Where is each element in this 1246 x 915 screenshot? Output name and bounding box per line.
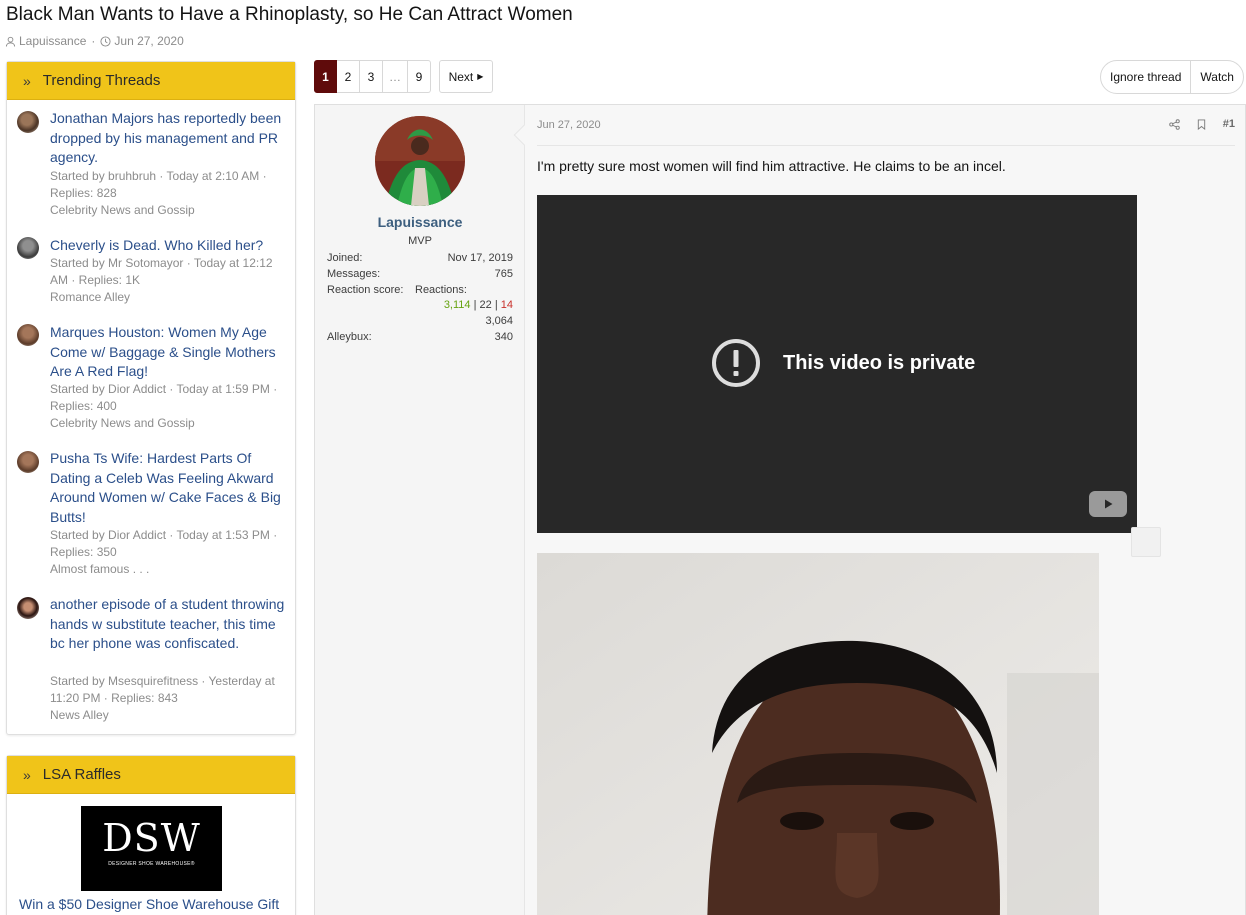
- thread-meta: Started by Mr Sotomayor · Today at 12:12…: [50, 256, 273, 288]
- thread-title-link[interactable]: Marques Houston: Women My Age Come w/ Ba…: [50, 323, 288, 382]
- video-embed[interactable]: This video is private: [537, 195, 1137, 533]
- picture-in-picture-icon[interactable]: [1131, 527, 1161, 557]
- next-page-button[interactable]: Next ▶: [439, 60, 493, 93]
- reactions-positive: 3,114: [443, 299, 471, 311]
- forum-link[interactable]: Celebrity News and Gossip: [50, 202, 288, 219]
- post-user-info: Lapuissance MVP Joined: Nov 17, 2019 Mes…: [315, 105, 525, 915]
- post-body-text: I'm pretty sure most women will find him…: [537, 158, 1006, 174]
- post-message: Jun 27, 2020 #1 I'm pretty sure most wom…: [525, 105, 1245, 915]
- page-9-button[interactable]: 9: [408, 60, 431, 93]
- raffle-link[interactable]: Win a $50 Designer Shoe Warehouse Gift: [19, 896, 279, 912]
- trending-threads-title: Trending Threads: [42, 72, 161, 89]
- bookmark-icon[interactable]: [1196, 118, 1207, 130]
- watch-button[interactable]: Watch: [1190, 61, 1243, 93]
- dsw-logo[interactable]: DSW DESIGNER SHOE WAREHOUSE®: [81, 806, 222, 891]
- thread-meta: Started by bruhbruh · Today at 2:10 AM ·…: [50, 169, 267, 201]
- thread-date-link[interactable]: Jun 27, 2020: [114, 34, 183, 48]
- forum-link[interactable]: News Alley: [50, 707, 288, 724]
- video-private-message: This video is private: [711, 338, 975, 388]
- youtube-icon[interactable]: [1089, 491, 1127, 517]
- avatar[interactable]: [17, 237, 39, 259]
- post-date-link[interactable]: Jun 27, 2020: [537, 119, 601, 131]
- page-2-button[interactable]: 2: [337, 60, 360, 93]
- post-image[interactable]: [537, 553, 1099, 915]
- user-icon: [5, 36, 16, 47]
- thread-meta: Started by Dior Addict · Today at 1:59 P…: [50, 382, 278, 414]
- thread-actions: Ignore thread Watch: [1100, 60, 1244, 94]
- thread-meta: Lapuissance · Jun 27, 2020: [5, 34, 184, 48]
- lsa-raffles-header[interactable]: » LSA Raffles: [7, 756, 295, 794]
- next-label: Next: [448, 69, 474, 84]
- lsa-raffles-widget: » LSA Raffles DSW DESIGNER SHOE WAREHOUS…: [6, 755, 296, 915]
- pagination: 1 2 3 … 9: [314, 60, 431, 93]
- reactions-negative: 14: [500, 299, 513, 311]
- reactions-neutral: 22: [479, 299, 492, 311]
- forum-link[interactable]: Celebrity News and Gossip: [50, 415, 288, 432]
- exclamation-circle-icon: [712, 339, 760, 387]
- user-title: MVP: [408, 235, 432, 247]
- page-3-button[interactable]: 3: [360, 60, 383, 93]
- share-icon[interactable]: [1169, 118, 1180, 130]
- avatar[interactable]: [17, 111, 39, 133]
- post-username[interactable]: Lapuissance: [315, 214, 525, 230]
- thread-title-link[interactable]: another episode of a student throwing ha…: [50, 595, 288, 654]
- page-1-button[interactable]: 1: [314, 60, 337, 93]
- thread-title-link[interactable]: Cheverly is Dead. Who Killed her?: [50, 236, 288, 256]
- video-private-text: This video is private: [783, 351, 976, 374]
- page-title: Black Man Wants to Have a Rhinoplasty, s…: [6, 4, 573, 25]
- thread-title-link[interactable]: Jonathan Majors has reportedly been drop…: [50, 109, 288, 168]
- avatar[interactable]: [17, 597, 39, 619]
- trending-threads-widget: » Trending Threads Jonathan Majors has r…: [6, 61, 296, 735]
- forum-link[interactable]: Almost famous . . .: [50, 561, 288, 578]
- thread-meta: Started by Dior Addict · Today at 1:53 P…: [50, 528, 278, 560]
- post: Lapuissance MVP Joined: Nov 17, 2019 Mes…: [314, 104, 1246, 915]
- post-tools: #1: [1169, 118, 1235, 130]
- thread-author-link[interactable]: Lapuissance: [19, 34, 86, 48]
- trending-threads-header[interactable]: » Trending Threads: [7, 62, 295, 100]
- post-number-link[interactable]: #1: [1223, 118, 1235, 130]
- page-jump-button[interactable]: …: [383, 60, 408, 93]
- avatar[interactable]: [17, 451, 39, 473]
- thread-title-link[interactable]: Pusha Ts Wife: Hardest Parts Of Dating a…: [50, 449, 288, 527]
- caret-right-icon: ▶: [477, 72, 484, 81]
- avatar[interactable]: [375, 116, 465, 206]
- avatar[interactable]: [17, 324, 39, 346]
- clock-icon: [100, 35, 111, 47]
- divider: [537, 145, 1235, 146]
- chevron-double-right-icon: »: [23, 766, 31, 783]
- lsa-raffles-title: LSA Raffles: [42, 766, 121, 783]
- ignore-thread-button[interactable]: Ignore thread: [1101, 61, 1190, 93]
- forum-link[interactable]: Romance Alley: [50, 289, 288, 306]
- thread-meta: Started by Msesquirefitness · Yesterday …: [50, 674, 275, 706]
- chevron-double-right-icon: »: [23, 72, 31, 89]
